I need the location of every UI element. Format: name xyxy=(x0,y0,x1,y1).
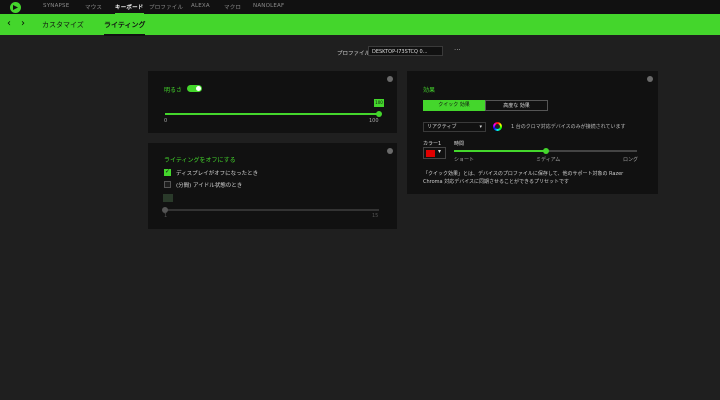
info-icon[interactable] xyxy=(387,148,393,154)
idle-min-label: 1 xyxy=(164,213,168,219)
effects-description: 「クイック効果」とは、デバイスのプロファイルに保存して、他のサポート対象の Ra… xyxy=(423,170,653,186)
color-picker[interactable]: ▾ xyxy=(423,147,446,159)
color-label: カラー1 xyxy=(423,141,442,147)
info-icon[interactable] xyxy=(647,76,653,82)
display-off-label: ディスプレイがオフになったとき xyxy=(176,171,259,177)
color-swatch xyxy=(426,150,435,157)
top-nav-bar: SYNAPSE マウス キーボード プロファイル ALEXA マクロ NANOL… xyxy=(0,0,720,14)
brightness-slider-thumb[interactable] xyxy=(376,111,382,117)
brightness-slider-track[interactable] xyxy=(165,113,379,115)
nav-tab-nanoleaf[interactable]: NANOLEAF xyxy=(253,3,284,9)
chroma-note: 1 台のクロマ対応デバイスのみが接続されています xyxy=(511,124,626,130)
info-icon[interactable] xyxy=(387,76,393,82)
duration-long-label: ロング xyxy=(623,157,639,163)
sub-nav-bar: ‹ › カスタマイズ ライティング xyxy=(0,14,720,36)
display-off-checkbox[interactable] xyxy=(164,168,171,176)
idle-slider-track[interactable] xyxy=(165,209,379,211)
tab-quick-effects[interactable]: クイック 効果 xyxy=(423,100,485,111)
idle-max-label: 15 xyxy=(372,213,379,219)
brightness-value-badge: 100 xyxy=(374,99,384,107)
effect-dropdown[interactable]: リアクティブ ▾ xyxy=(423,122,486,132)
duration-medium-label: ミディアム xyxy=(536,157,561,163)
nav-tab-alexa[interactable]: ALEXA xyxy=(191,3,210,9)
nav-tab-synapse[interactable]: SYNAPSE xyxy=(43,3,69,9)
nav-tab-macro[interactable]: マクロ xyxy=(224,3,241,11)
chevron-down-icon: ▾ xyxy=(479,124,482,130)
brightness-max-label: 100 xyxy=(369,118,379,124)
duration-label: 時間 xyxy=(454,141,465,147)
tab-advanced-effects[interactable]: 高度な 効果 xyxy=(485,100,548,111)
brightness-title: 明るさ xyxy=(164,87,183,94)
lighting-off-title: ライティングをオフにする xyxy=(164,157,236,164)
profile-value: DESKTOP-I73STCQ 0... xyxy=(372,49,428,55)
effect-value: リアクティブ xyxy=(427,124,457,130)
nav-tab-mouse[interactable]: マウス xyxy=(85,3,102,11)
duration-short-label: ショート xyxy=(454,157,475,163)
brightness-panel: 明るさ 100 0 100 xyxy=(148,71,397,133)
tab-lighting[interactable]: ライティング xyxy=(104,20,146,36)
effects-title: 効果 xyxy=(423,87,436,94)
duration-slider-fill xyxy=(454,150,546,152)
brightness-min-label: 0 xyxy=(164,118,168,124)
effects-panel: 効果 クイック 効果 高度な 効果 リアクティブ ▾ 1 台のクロマ対応デバイス… xyxy=(407,71,658,194)
effects-description-line1: 「クイック効果」とは、デバイスのプロファイルに保存して、他のサポート対象の Ra… xyxy=(423,171,624,177)
chevron-right-icon[interactable]: › xyxy=(21,18,25,29)
brightness-toggle[interactable] xyxy=(187,85,202,92)
razer-logo-icon[interactable] xyxy=(10,2,21,13)
effects-description-line2: Chroma 対応デバイスに同期させることができるプリセットです xyxy=(423,179,569,185)
profile-label: プロファイル xyxy=(337,51,371,57)
chroma-icon xyxy=(493,122,502,131)
nav-tab-profiles[interactable]: プロファイル xyxy=(149,3,183,11)
idle-value-badge xyxy=(163,194,173,202)
chevron-left-icon[interactable]: ‹ xyxy=(7,18,11,29)
idle-checkbox[interactable] xyxy=(164,181,171,188)
nav-tab-keyboard[interactable]: キーボード xyxy=(115,3,144,14)
lighting-off-panel: ライティングをオフにする ディスプレイがオフになったとき (分間) アイドル状態… xyxy=(148,143,397,229)
idle-label: (分間) アイドル状態のとき xyxy=(176,183,243,189)
chevron-down-icon: ▾ xyxy=(438,148,442,155)
profile-dropdown[interactable]: DESKTOP-I73STCQ 0... xyxy=(368,46,443,56)
tab-customize[interactable]: カスタマイズ xyxy=(42,20,84,30)
duration-slider-thumb[interactable] xyxy=(542,148,549,154)
more-options-icon[interactable]: ··· xyxy=(454,46,461,54)
